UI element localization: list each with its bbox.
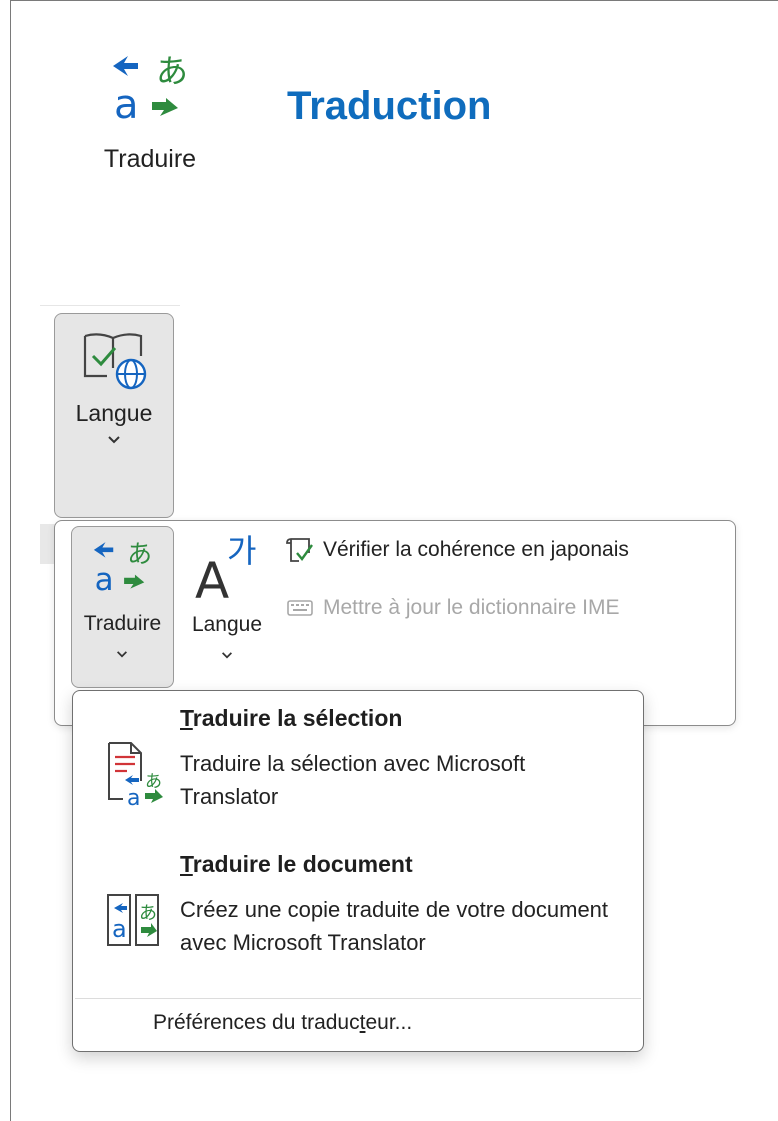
svg-text:a: a	[112, 915, 127, 943]
svg-text:あ: あ	[127, 539, 152, 568]
accelerator-key: T	[180, 705, 193, 731]
svg-text:가: 가	[227, 532, 256, 570]
translate-icon: あ a	[113, 52, 188, 128]
preferences-label-end: eur...	[365, 1011, 413, 1034]
update-ime-label: Mettre à jour le dictionnaire IME	[323, 596, 620, 619]
language-button[interactable]: A 가 Langue	[185, 528, 269, 668]
menu-item-translator-preferences[interactable]: Préférences du traducteur...	[153, 1011, 412, 1035]
preferences-label-start: Préférences du traduc	[153, 1011, 360, 1034]
langue-group-button[interactable]: Langue	[54, 313, 174, 518]
menu-item-translate-document[interactable]: a あ Traduire le document Créez une copie…	[73, 851, 643, 991]
menu-separator	[75, 998, 641, 999]
page-title: Traduction	[287, 84, 492, 128]
chevron-down-icon	[117, 651, 127, 658]
update-ime-dictionary-command: Mettre à jour le dictionnaire IME	[285, 592, 619, 624]
svg-text:a: a	[95, 562, 114, 598]
menu-item-description: Créez une copie traduite de votre docume…	[180, 897, 609, 955]
language-button-label: Langue	[191, 613, 263, 636]
check-consistency-icon	[286, 538, 313, 562]
menu-item-translate-selection[interactable]: あ a Traduire la sélection Traduire la sé…	[73, 705, 643, 835]
frame-top-border	[10, 0, 778, 1]
langue-group-label: Langue	[75, 400, 153, 426]
menu-item-title-text: raduire le document	[192, 851, 413, 877]
translate-dropdown-menu: あ a Traduire la sélection Traduire la sé…	[72, 690, 644, 1052]
translate-large-label: Traduire	[103, 145, 197, 173]
menu-item-description: Traduire la sélection avec Microsoft Tra…	[180, 751, 526, 809]
svg-text:あ: あ	[156, 52, 188, 90]
translate-large-button[interactable]: あ a Traduire	[90, 52, 210, 182]
translate-split-button[interactable]: あ a Traduire	[71, 526, 174, 688]
menu-item-title: Traduire la sélection	[180, 705, 402, 732]
svg-text:a: a	[127, 786, 140, 807]
accelerator-key: T	[180, 851, 193, 877]
ime-dictionary-icon	[287, 600, 313, 616]
translate-button-label: Traduire	[83, 612, 162, 635]
svg-text:あ: あ	[145, 772, 162, 792]
menu-item-title-text: raduire la sélection	[192, 705, 403, 731]
language-check-globe-icon	[83, 333, 147, 390]
translate-document-icon: a あ	[107, 894, 159, 946]
ribbon-divider	[40, 305, 180, 306]
svg-text:あ: あ	[139, 903, 157, 924]
translate-icon: あ a	[93, 539, 152, 598]
svg-text:A: A	[195, 552, 229, 602]
menu-item-title: Traduire le document	[180, 851, 413, 878]
ribbon-band	[40, 524, 55, 564]
translate-selection-icon: あ a	[108, 742, 163, 807]
check-japanese-label: Vérifier la cohérence en japonais	[323, 538, 629, 561]
frame-left-border	[10, 0, 11, 1121]
svg-text:a: a	[114, 82, 139, 128]
check-japanese-consistency-command[interactable]: Vérifier la cohérence en japonais	[285, 534, 629, 566]
chevron-down-icon	[108, 436, 120, 444]
language-hangul-icon: A 가	[195, 532, 256, 602]
chevron-down-icon	[222, 652, 232, 659]
